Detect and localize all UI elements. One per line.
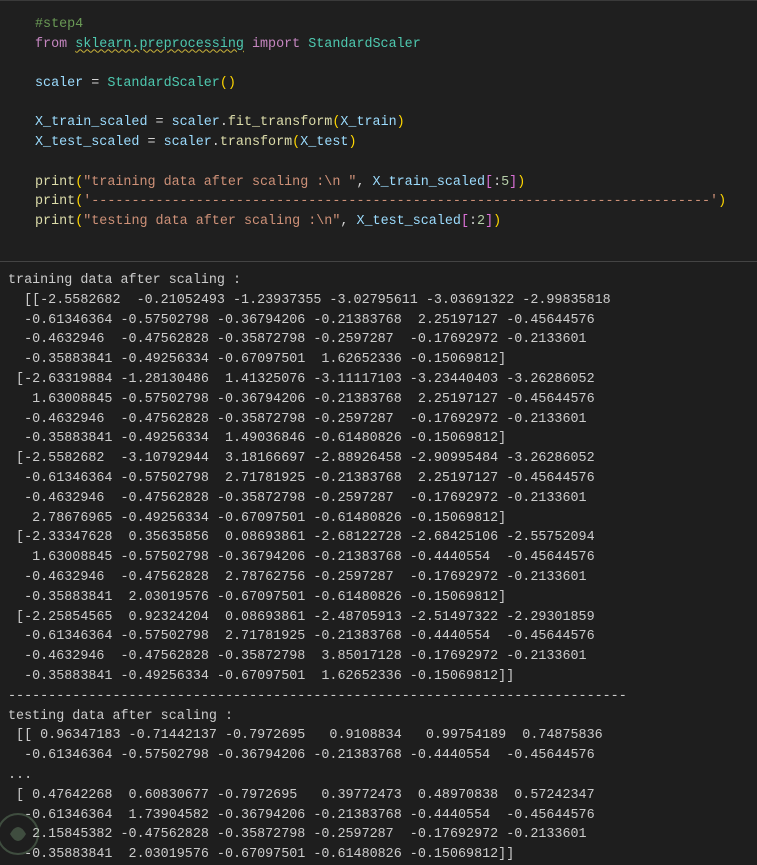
code-token: from xyxy=(35,36,76,52)
code-token: ) xyxy=(396,115,405,131)
output-line: 2.15845382 -0.47562828 -0.35872798 -0.25… xyxy=(8,827,587,843)
output-line: -0.61346364 -0.57502798 -0.36794206 -0.2… xyxy=(8,748,595,764)
code-token: = xyxy=(83,76,108,92)
code-token: '---------------------------------------… xyxy=(83,194,719,210)
code-token: ) xyxy=(517,174,526,190)
code-token: print xyxy=(35,194,76,210)
code-token: "training data after scaling :\n " xyxy=(83,174,357,190)
output-line: -0.4632946 -0.47562828 -0.35872798 -0.25… xyxy=(8,332,587,348)
code-token: . xyxy=(211,135,220,151)
code-token: X_test xyxy=(300,135,349,151)
output-line: -0.35883841 -0.49256334 1.49036846 -0.61… xyxy=(8,431,507,447)
code-token: scaler xyxy=(163,135,212,151)
code-cell[interactable]: #step4 from sklearn.preprocessing import … xyxy=(0,0,757,261)
output-line: [-2.25854565 0.92324204 0.08693861 -2.48… xyxy=(8,609,595,625)
watermark-logo-icon xyxy=(0,813,39,855)
code-token: [ xyxy=(485,174,494,190)
output-line: [[-2.5582682 -0.21052493 -1.23937355 -3.… xyxy=(8,292,611,308)
code-token: "testing data after scaling :\n" xyxy=(83,213,341,229)
code-token: print xyxy=(35,213,76,229)
code-line: print("training data after scaling :\n "… xyxy=(35,173,726,193)
cell-output-divider xyxy=(0,261,757,262)
code-line: X_train_scaled = scaler.fit_transform(X_… xyxy=(35,113,726,133)
code-token: . xyxy=(219,115,228,131)
code-token: ) xyxy=(493,213,502,229)
output-line: -0.35883841 2.03019576 -0.67097501 -0.61… xyxy=(8,847,515,863)
output-line: -0.61346364 1.73904582 -0.36794206 -0.21… xyxy=(8,807,595,823)
code-token: 5 xyxy=(501,174,510,190)
output-line: [ 0.47642268 0.60830677 -0.7972695 0.397… xyxy=(8,787,595,803)
code-token: ) xyxy=(348,135,357,151)
output-line: -0.35883841 -0.49256334 -0.67097501 1.62… xyxy=(8,352,507,368)
code-token: ] xyxy=(485,213,494,229)
code-token: X_train xyxy=(340,115,397,131)
output-line: 1.63008845 -0.57502798 -0.36794206 -0.21… xyxy=(8,391,595,407)
code-token: [ xyxy=(460,213,469,229)
code-token: X_train_scaled xyxy=(372,174,486,190)
code-token: X_test_scaled xyxy=(356,213,461,229)
code-token: ) xyxy=(718,194,727,210)
output-line: testing data after scaling : xyxy=(8,708,233,724)
output-line: -0.4632946 -0.47562828 -0.35872798 -0.25… xyxy=(8,490,587,506)
output-line: ... xyxy=(8,767,33,783)
code-token: X_test_scaled xyxy=(35,135,140,151)
code-token: : xyxy=(493,174,502,190)
cell-output: training data after scaling : [[-2.55826… xyxy=(8,271,753,865)
output-line: -0.61346364 -0.57502798 2.71781925 -0.21… xyxy=(8,470,595,486)
output-line: -0.61346364 -0.57502798 2.71781925 -0.21… xyxy=(8,629,595,645)
output-line: -0.4632946 -0.47562828 -0.35872798 -0.25… xyxy=(8,411,587,427)
code-token: = xyxy=(139,135,164,151)
code-token: , xyxy=(356,174,373,190)
output-line: training data after scaling : xyxy=(8,273,242,288)
output-line: 2.78676965 -0.49256334 -0.67097501 -0.61… xyxy=(8,510,507,526)
code-token: () xyxy=(219,76,236,92)
code-token: ( xyxy=(292,135,301,151)
code-token: StandardScaler xyxy=(107,76,220,92)
output-line: -0.61346364 -0.57502798 -0.36794206 -0.2… xyxy=(8,312,595,328)
code-token: ] xyxy=(509,174,518,190)
code-token: 2 xyxy=(477,213,486,229)
output-line: 1.63008845 -0.57502798 -0.36794206 -0.21… xyxy=(8,550,595,566)
code-token: = xyxy=(147,115,172,131)
output-line: [-2.63319884 -1.28130486 1.41325076 -3.1… xyxy=(8,371,595,387)
output-line: [-2.5582682 -3.10792944 3.18166697 -2.88… xyxy=(8,451,595,467)
output-line: [-2.33347628 0.35635856 0.08693861 -2.68… xyxy=(8,530,595,546)
code-token: X_train_scaled xyxy=(35,115,148,131)
code-token: #step4 xyxy=(35,17,84,32)
output-line: -0.4632946 -0.47562828 2.78762756 -0.259… xyxy=(8,569,587,585)
code-token: : xyxy=(468,213,478,229)
code-token: sklearn.preprocessing xyxy=(75,36,244,52)
output-line: -0.35883841 -0.49256334 -0.67097501 1.62… xyxy=(8,668,515,684)
code-token: scaler xyxy=(171,115,220,131)
output-line: [[ 0.96347183 -0.71442137 -0.7972695 0.9… xyxy=(8,728,603,744)
code-line: print("testing data after scaling :\n", … xyxy=(35,212,726,232)
code-token: fit_transform xyxy=(227,115,333,131)
output-line: -0.4632946 -0.47562828 -0.35872798 3.850… xyxy=(8,649,587,665)
code-token: StandardScaler xyxy=(300,36,421,52)
code-line: print('---------------------------------… xyxy=(35,192,726,212)
code-token: print xyxy=(35,174,76,190)
output-line: -0.35883841 2.03019576 -0.67097501 -0.61… xyxy=(8,589,507,605)
code-token: transform xyxy=(219,135,293,151)
code-line: from sklearn.preprocessing import Standa… xyxy=(35,35,726,55)
code-line: scaler = StandardScaler() xyxy=(35,74,726,94)
code-token: scaler xyxy=(35,76,84,92)
code-editor[interactable]: #step4 from sklearn.preprocessing import … xyxy=(35,15,726,232)
code-line: X_test_scaled = scaler.transform(X_test) xyxy=(35,133,726,153)
output-line: ----------------------------------------… xyxy=(8,688,627,704)
code-token: import xyxy=(251,36,301,52)
code-token: , xyxy=(340,213,357,229)
code-line: #step4 xyxy=(35,15,726,35)
